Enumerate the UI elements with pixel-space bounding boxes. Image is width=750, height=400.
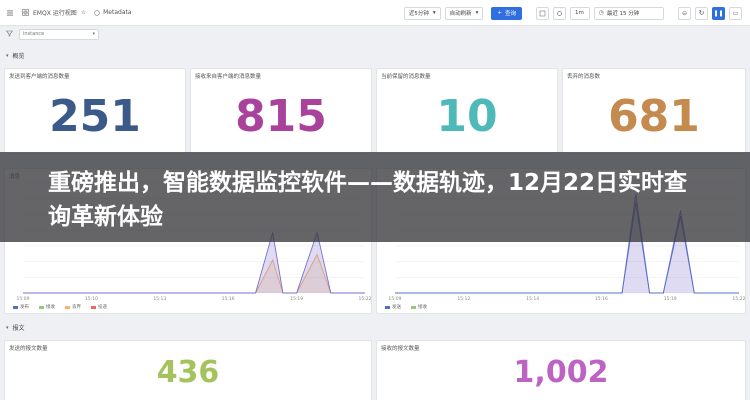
legend-item[interactable]: 丢弃 <box>65 304 81 310</box>
stat-panel-retained: 当前保留的消息数量 10 <box>376 68 558 154</box>
caret-down-icon: ▾ <box>6 324 9 331</box>
plus-icon: + <box>497 10 502 16</box>
filter-row: instance ▾ <box>0 26 750 42</box>
x-tick-label: 15:22 <box>359 296 372 302</box>
chevron-down-icon: ▾ <box>432 10 436 16</box>
x-tick-label: 15:14 <box>526 296 539 302</box>
tab-emqx-view[interactable]: EMQX 运行视图 <box>33 8 77 17</box>
legend-item[interactable]: 发送 <box>385 304 401 310</box>
stat-panel-packets-received: 接收的报文数量 1,002 <box>376 340 746 400</box>
legend-label: 接收 <box>418 305 427 310</box>
chart-legend: 发送 接收 <box>385 304 437 310</box>
menu-icon[interactable] <box>6 9 14 17</box>
section-overview-label: 概览 <box>12 53 25 60</box>
caret-down-icon: ▾ <box>6 52 9 59</box>
stat-value: 1,002 <box>513 355 609 390</box>
x-tick-label: 15:12 <box>457 296 470 302</box>
dashboard-app: EMQX 运行视图 ☆ Metadata 近5分钟 ▾ 自动刷新 ▾ + 查询 1m … <box>0 0 750 400</box>
legend-label: 丢弃 <box>72 305 81 310</box>
promo-banner: 重磅推出，智能数据监控软件——数据轨迹，12月22日实时查询革新体验 <box>0 152 750 242</box>
banner-title: 重磅推出，智能数据监控软件——数据轨迹，12月22日实时查询革新体验 <box>48 170 688 230</box>
zoom-value: 1m <box>575 10 584 16</box>
chart-legend: 发布 接收 丢弃 投递 <box>13 304 117 310</box>
refresh-button[interactable]: ↻ <box>695 6 708 20</box>
stat-title: 接收来自客户端的消息数量 <box>195 74 262 80</box>
filter-input[interactable]: instance ▾ <box>19 28 99 40</box>
filter-input-value: instance <box>23 31 45 37</box>
legend-label: 投递 <box>98 305 107 310</box>
zoom-out-button[interactable]: ⊖ <box>678 6 691 20</box>
legend-item[interactable]: 发布 <box>13 304 29 310</box>
legend-item[interactable]: 接收 <box>411 304 427 310</box>
stat-panel-sent: 发送到客户端的消息数量 251 <box>4 68 186 154</box>
query-button[interactable]: + 查询 <box>491 6 522 20</box>
x-tick-label: 15:16 <box>222 296 235 302</box>
tab-metadata[interactable]: Metadata <box>103 9 131 16</box>
x-tick-label: 15:13 <box>153 296 166 302</box>
clock-icon: ◷ <box>599 10 604 16</box>
x-tick-label: 15:22 <box>733 296 746 302</box>
x-tick-label: 15:19 <box>664 296 677 302</box>
zoom-select[interactable]: 1m <box>570 6 590 20</box>
legend-label: 发布 <box>20 305 29 310</box>
section-packets[interactable]: ▾ 报文 <box>6 323 25 333</box>
legend-label: 发送 <box>392 305 401 310</box>
zoom-out-icon: ⊖ <box>681 9 688 17</box>
refresh-icon: ↻ <box>698 9 705 17</box>
range-value: 最近 15 分钟 <box>606 11 640 17</box>
monitor-icon: ▭ <box>732 9 739 17</box>
dashboard-icon <box>22 9 29 16</box>
refresh-select[interactable]: 自动刷新 ▾ <box>444 6 484 20</box>
stat-value: 10 <box>436 91 498 142</box>
stat-title: 接收的报文数量 <box>381 346 420 352</box>
pause-button[interactable]: ❚❚ <box>712 6 725 20</box>
refresh-select-value: 自动刷新 <box>449 11 472 17</box>
stat-title: 发送的报文数量 <box>9 346 48 352</box>
chevron-down-icon: ▾ <box>92 31 95 37</box>
legend-item[interactable]: 接收 <box>39 304 55 310</box>
save-button[interactable] <box>536 6 549 20</box>
filter-icon <box>5 30 14 39</box>
share-icon[interactable] <box>94 9 100 16</box>
view-button[interactable]: ▭ <box>729 6 742 20</box>
top-bar: EMQX 运行视图 ☆ Metadata 近5分钟 ▾ 自动刷新 ▾ + 查询 1m … <box>0 0 750 26</box>
time-select-value: 近5分钟 <box>408 11 429 17</box>
section-overview[interactable]: ▾ 概览 <box>6 51 25 61</box>
stat-title: 丢弃的消息数 <box>567 74 601 80</box>
stat-value: 681 <box>608 91 700 142</box>
stat-value: 436 <box>156 355 220 390</box>
gear-icon <box>557 10 562 16</box>
stat-panel-received: 接收来自客户端的消息数量 815 <box>190 68 372 154</box>
breadcrumb: EMQX 运行视图 ☆ Metadata <box>22 8 132 17</box>
legend-item[interactable]: 投递 <box>91 304 107 310</box>
query-button-label: 查询 <box>504 11 516 17</box>
section-packets-label: 报文 <box>12 325 25 332</box>
range-select[interactable]: ◷ 最近 15 分钟 <box>594 6 664 20</box>
settings-button[interactable] <box>553 6 566 20</box>
stat-title: 当前保留的消息数量 <box>381 74 431 80</box>
save-icon <box>539 10 546 16</box>
stat-panel-dropped: 丢弃的消息数 681 <box>562 68 746 154</box>
time-select[interactable]: 近5分钟 ▾ <box>403 6 441 20</box>
x-tick-label: 15:09 <box>17 296 30 302</box>
star-icon[interactable]: ☆ <box>81 9 86 16</box>
stat-title: 发送到客户端的消息数量 <box>9 74 70 80</box>
x-tick-label: 15:19 <box>290 296 303 302</box>
chevron-down-icon: ▾ <box>475 10 479 16</box>
pause-icon: ❚❚ <box>713 9 724 17</box>
stat-value: 251 <box>49 91 141 142</box>
stat-panel-packets-sent: 发送的报文数量 436 <box>4 340 372 400</box>
x-tick-label: 15:16 <box>595 296 608 302</box>
x-tick-label: 15:09 <box>389 296 402 302</box>
stat-value: 815 <box>235 91 327 142</box>
legend-label: 接收 <box>46 305 55 310</box>
x-tick-label: 15:10 <box>85 296 98 302</box>
